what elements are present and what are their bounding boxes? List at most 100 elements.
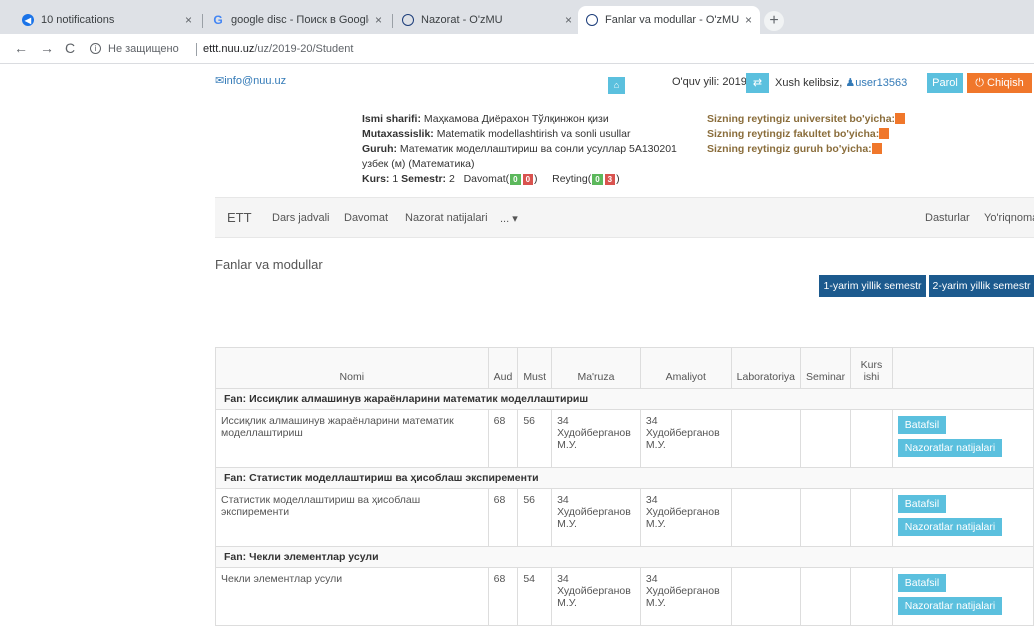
table-row: Иссиқлик алмашинув жараёнларини математи… — [215, 409, 1034, 468]
nav-item-dars-jadvali[interactable]: Dars jadvali — [272, 212, 329, 224]
security-status[interactable]: Не защищено — [108, 43, 179, 55]
back-icon[interactable]: ← — [14, 40, 28, 56]
cell-actions: Batafsil Nazoratlar natijalari — [891, 567, 1034, 626]
semester: 2 — [448, 173, 455, 185]
tab-google-search[interactable]: G google disc - Поиск в Google × — [204, 6, 390, 34]
group-rating-value — [871, 143, 882, 154]
main-navbar: ETT Dars jadvali Davomat Nazorat natijal… — [215, 197, 1034, 238]
cell-must: 54 — [517, 567, 553, 626]
cell-seminar — [800, 567, 852, 626]
close-tab-icon[interactable]: × — [375, 13, 382, 27]
home-button[interactable]: ⌂ — [608, 77, 625, 94]
university-rating-value — [895, 113, 906, 124]
tab-label: 10 notifications — [41, 14, 115, 26]
paren: ) — [616, 173, 620, 185]
fan-title: Fan: Статистик моделлаштириш ва ҳисоблаш… — [215, 467, 1034, 489]
col-header-nomi: Nomi — [215, 347, 489, 389]
cell-must: 56 — [517, 488, 553, 547]
close-tab-icon[interactable]: × — [185, 13, 192, 27]
close-tab-icon[interactable]: × — [745, 13, 752, 27]
site-icon — [586, 14, 598, 26]
paren: ) — [534, 173, 538, 185]
col-header-laboratoriya: Laboratoriya — [730, 347, 802, 389]
reload-icon[interactable]: C — [65, 40, 75, 56]
table-row: Статистик моделлаштириш ва ҳисоблаш эксп… — [215, 488, 1034, 547]
logout-label: Chiqish — [987, 77, 1024, 89]
power-icon: ⏻ — [975, 77, 988, 89]
welcome-text: Xush kelibsiz, ♟user13563 — [775, 76, 907, 89]
forward-icon[interactable]: → — [40, 40, 54, 56]
col-header-kurs-ishi: Kurs ishi — [850, 347, 893, 389]
detail-button[interactable]: Batafsil — [897, 416, 947, 434]
cell-kurs-ishi — [850, 409, 893, 468]
notification-icon: ◀ — [22, 14, 34, 26]
nav-item-yoriqnoma[interactable]: Yo'riqnoma — [984, 212, 1034, 224]
col-header-must: Must — [517, 347, 553, 389]
attendance-badge-red: 0 — [522, 174, 534, 185]
nav-brand[interactable]: ETT — [227, 210, 252, 225]
cell-seminar — [800, 488, 852, 547]
results-button[interactable]: Nazoratlar natijalari — [897, 518, 1003, 536]
semester-1-button[interactable]: 1-yarim yillik semestr — [819, 275, 926, 297]
tab-label: Nazorat - O'zMU — [421, 14, 503, 26]
attendance-badge-green: 0 — [510, 174, 521, 185]
tab-nazorat[interactable]: Nazorat - O'zMU × — [394, 6, 580, 34]
student-name: Маҳкамова Диёрахон Тўлқинжон қизи — [423, 113, 609, 125]
swap-icon: ⇄ — [752, 77, 763, 89]
site-header: ✉info@nuu.uz ⌂ O'quv yili: 2019-20 ⇄ Xus… — [215, 64, 1034, 103]
address-bar: ← → C i Не защищено ettt.nuu.uz/uz/2019-… — [0, 34, 1034, 64]
results-button[interactable]: Nazoratlar natijalari — [897, 597, 1003, 615]
nav-item-nazorat-natijalari[interactable]: Nazorat natijalari — [405, 212, 488, 224]
attendance-label: Davomat( — [463, 173, 510, 185]
tab-divider — [392, 14, 393, 28]
rating-summary: Sizning reytingiz universitet bo'yicha: … — [707, 112, 906, 157]
close-tab-icon[interactable]: × — [565, 13, 572, 27]
specialty-label: Mutaxassislik: — [362, 128, 434, 140]
cell-amaliyot: 34 Худойберганов М.У. — [639, 409, 732, 468]
cell-maruza: 34 Худойберганов М.У. — [551, 567, 641, 626]
nav-item-dasturlar[interactable]: Dasturlar — [925, 212, 970, 224]
results-button[interactable]: Nazoratlar natijalari — [897, 439, 1003, 457]
col-header-amaliyot: Amaliyot — [639, 347, 732, 389]
browser-tab-bar: ◀ 10 notifications × G google disc - Пои… — [0, 0, 1034, 34]
username: user13563 — [855, 77, 908, 89]
cell-aud: 68 — [487, 567, 519, 626]
new-tab-button[interactable]: + — [764, 11, 784, 31]
nav-item-more-dropdown[interactable]: ... ▾ — [500, 212, 518, 225]
logout-button[interactable]: ⏻ Chiqish — [967, 73, 1032, 93]
user-link[interactable]: ♟user13563 — [845, 77, 907, 89]
home-icon: ⌂ — [613, 80, 620, 90]
course: 1 — [392, 173, 399, 185]
url-input[interactable]: ettt.nuu.uz/uz/2019-20/Student — [203, 43, 353, 55]
detail-button[interactable]: Batafsil — [897, 495, 947, 513]
cell-must: 56 — [517, 409, 553, 468]
cell-maruza: 34 Худойберганов М.У. — [551, 409, 641, 468]
detail-button[interactable]: Batafsil — [897, 574, 947, 592]
cell-nomi: Статистик моделлаштириш ва ҳисоблаш эксп… — [215, 488, 489, 547]
password-button[interactable]: Parol — [927, 73, 963, 93]
cell-aud: 68 — [487, 409, 519, 468]
table-header-row: Nomi Aud Must Ma'ruza Amaliyot Laborator… — [215, 347, 1034, 389]
tab-fanlar[interactable]: Fanlar va modullar - O'zMU × — [578, 6, 760, 34]
student-profile: Ismi sharifi: Маҳкамова Диёрахон Тўлқинж… — [362, 112, 702, 187]
url-path: /uz/2019-20/Student — [254, 43, 354, 55]
cell-amaliyot: 34 Худойберганов М.У. — [639, 567, 732, 626]
cell-nomi: Чекли элементлар усули — [215, 567, 489, 626]
url-divider — [196, 43, 197, 56]
col-header-actions — [891, 347, 1034, 389]
subjects-table: Nomi Aud Must Ma'ruza Amaliyot Laborator… — [215, 347, 1034, 626]
rating-badge-red: 3 — [604, 174, 616, 185]
switch-year-button[interactable]: ⇄ — [746, 73, 769, 93]
nav-item-davomat[interactable]: Davomat — [344, 212, 388, 224]
fan-group-row: Fan: Чекли элементлар усули — [215, 546, 1034, 568]
course-label: Kurs: — [362, 173, 390, 185]
tab-notifications[interactable]: ◀ 10 notifications × — [14, 6, 200, 34]
info-icon[interactable]: i — [90, 43, 101, 54]
semester-2-button[interactable]: 2-yarim yillik semestr — [929, 275, 1034, 297]
cell-actions: Batafsil Nazoratlar natijalari — [891, 488, 1034, 547]
user-icon: ♟ — [845, 77, 856, 89]
faculty-rating-value — [879, 128, 890, 139]
tab-label: Fanlar va modullar - O'zMU — [605, 14, 739, 26]
url-host: ettt.nuu.uz — [203, 43, 255, 55]
email-link[interactable]: ✉info@nuu.uz — [215, 74, 286, 87]
